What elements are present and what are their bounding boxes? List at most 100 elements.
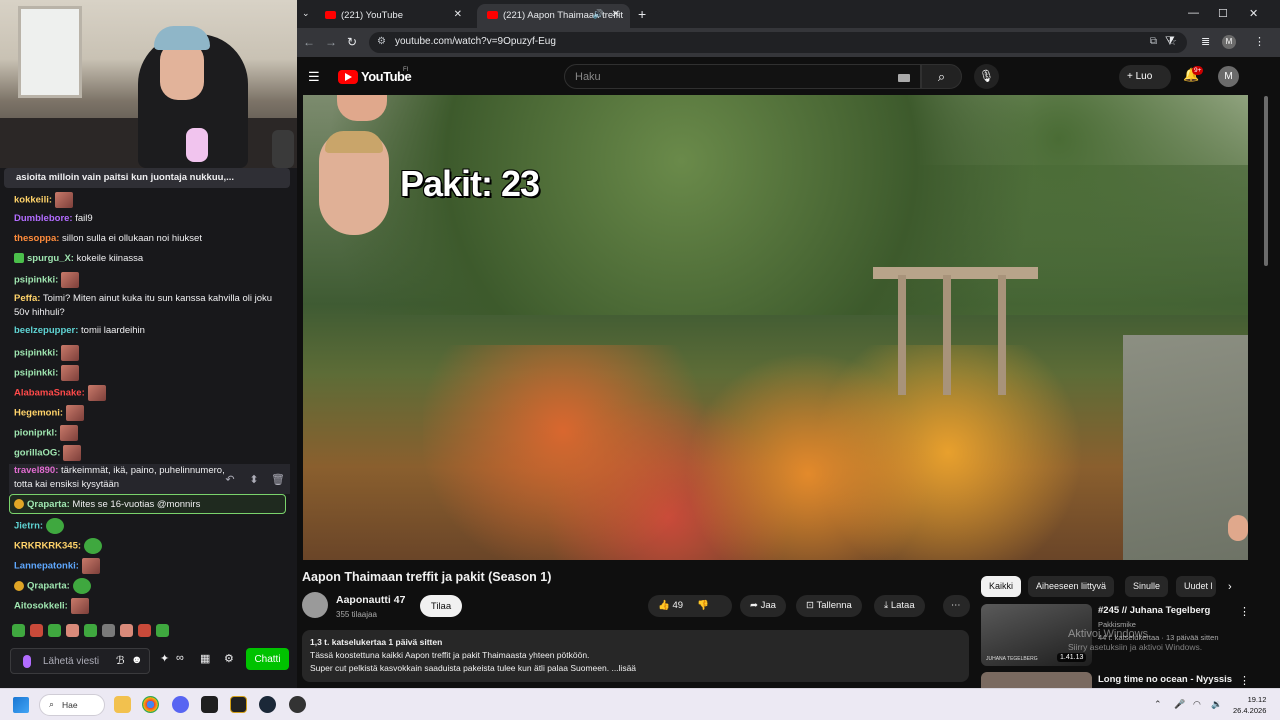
store-icon[interactable]: ▦ — [200, 652, 210, 665]
chat-username[interactable]: Qraparta: — [27, 499, 70, 510]
chat-message[interactable]: psipinkki: — [14, 365, 286, 381]
file-explorer-icon[interactable] — [114, 696, 131, 713]
chat-username[interactable]: psipinkki: — [14, 368, 58, 379]
wifi-icon[interactable]: ◠ — [1193, 699, 1201, 710]
chat-username[interactable]: pioniprkl: — [14, 428, 57, 439]
chat-message[interactable]: pioniprkl: — [14, 425, 286, 441]
chat-message[interactable]: 50v hihhuli? — [14, 306, 286, 319]
chat-username[interactable]: Qraparta: — [27, 581, 70, 592]
chat-username[interactable]: psipinkki: — [14, 275, 58, 286]
menu-icon[interactable]: ☰ — [308, 69, 320, 85]
install-icon[interactable]: ⧉ — [1150, 36, 1157, 47]
back-icon[interactable]: ← — [303, 35, 315, 49]
emote-icon[interactable] — [138, 624, 151, 637]
chat-emote-icon[interactable] — [63, 445, 82, 461]
chat-emote-icon[interactable] — [61, 365, 80, 381]
chat-emote-icon[interactable] — [70, 598, 89, 614]
chat-message[interactable]: psipinkki: — [14, 345, 286, 361]
tray-mic-icon[interactable]: 🎤 — [1174, 699, 1185, 710]
chat-username[interactable]: kokkeili: — [14, 195, 52, 206]
chat-input[interactable]: Lähetä viesti ℬ ☻ — [10, 648, 150, 674]
chat-send-button[interactable]: Chatti — [246, 648, 289, 670]
chip-related[interactable]: Aiheeseen liittyvä — [1028, 576, 1115, 597]
extensions-icon[interactable]: ⧩ — [1165, 35, 1175, 48]
chat-emote-icon[interactable] — [46, 518, 65, 534]
chat-username[interactable]: AlabamaSnake: — [14, 388, 85, 399]
voice-icon[interactable] — [23, 655, 31, 668]
chat-username[interactable]: gorillaOG: — [14, 448, 60, 459]
minimize-button[interactable]: — — [1188, 7, 1199, 19]
chat-username[interactable]: Hegemoni: — [14, 408, 63, 419]
settings-icon[interactable]: ⚙ — [224, 652, 234, 665]
capcut-icon[interactable] — [201, 696, 218, 713]
chat-message[interactable]: Hegemoni: — [14, 405, 286, 421]
close-window-button[interactable]: ✕ — [1249, 7, 1258, 20]
discord-icon[interactable] — [172, 696, 189, 713]
user-badge-icon[interactable] — [14, 581, 24, 591]
chat-username[interactable]: KRKRKRK345: — [14, 541, 81, 552]
steam-icon[interactable] — [259, 696, 276, 713]
voice-search-button[interactable]: 🎙 — [974, 64, 999, 89]
subscribe-button[interactable]: Tilaa — [420, 595, 462, 617]
youtube-logo-icon[interactable] — [338, 70, 358, 84]
more-options-icon[interactable]: ⋮ — [1239, 674, 1250, 687]
emote-bar[interactable] — [12, 624, 292, 640]
chat-username[interactable]: travel890: — [14, 465, 58, 476]
chat-username[interactable]: spurgu_X: — [27, 253, 74, 264]
user-avatar[interactable]: M — [1218, 66, 1239, 87]
create-button[interactable]: + Luo — [1119, 65, 1171, 89]
delete-icon[interactable]: 🗑 — [270, 472, 286, 488]
new-tab-button[interactable]: + — [638, 6, 646, 22]
chat-message[interactable]: spurgu_X: kokeile kiinassa — [14, 252, 286, 265]
chat-message[interactable]: Qraparta: Mites se 16-vuotias @monnirs — [14, 498, 286, 511]
channel-points-icon[interactable]: ✦ — [160, 652, 169, 665]
maximize-button[interactable]: ☐ — [1218, 7, 1228, 20]
pin-icon[interactable]: ⬍ — [246, 472, 262, 488]
chat-emote-icon[interactable] — [84, 538, 103, 554]
chat-message[interactable]: kokkeili: — [14, 192, 286, 208]
chat-message[interactable]: thesoppa: sillon sulla ei ollukaan noi h… — [14, 232, 286, 245]
browser-menu-icon[interactable]: ⋮ — [1254, 35, 1265, 48]
chat-message[interactable]: Peffa: Toimi? Miten ainut kuka itu sun k… — [14, 292, 286, 305]
obs-icon[interactable] — [289, 696, 306, 713]
more-options-icon[interactable]: ⋮ — [1239, 605, 1250, 618]
video-player[interactable]: Pakit: 23 — [303, 95, 1248, 560]
emote-icon[interactable] — [48, 624, 61, 637]
bits-icon[interactable]: ℬ — [116, 654, 125, 667]
chat-message[interactable]: psipinkki: — [14, 272, 286, 288]
emote-icon[interactable] — [120, 624, 133, 637]
tab-search-icon[interactable]: ⌄ — [302, 8, 310, 19]
chat-username[interactable]: Peffa: — [14, 293, 40, 304]
forward-icon[interactable]: → — [325, 35, 337, 49]
chat-emote-icon[interactable] — [60, 425, 79, 441]
chat-emote-icon[interactable] — [61, 272, 80, 288]
emoji-icon[interactable]: ☻ — [131, 654, 143, 666]
emote-icon[interactable] — [156, 624, 169, 637]
more-actions-button[interactable]: ⋯ — [943, 595, 970, 617]
search-button[interactable]: ⌕ — [921, 64, 962, 89]
chat-message[interactable]: Aitosokkeli: — [14, 598, 286, 614]
tray-chevron-icon[interactable]: ⌃ — [1154, 699, 1162, 710]
recommended-title[interactable]: Long time no ocean - Nyyssis — [1098, 674, 1232, 685]
close-tab-icon[interactable]: ✕ — [454, 9, 462, 20]
emote-icon[interactable] — [30, 624, 43, 637]
chat-username[interactable]: Jietrn: — [14, 521, 43, 532]
chat-emote-icon[interactable] — [61, 345, 80, 361]
user-badge-icon[interactable] — [14, 499, 24, 510]
chat-username[interactable]: psipinkki: — [14, 348, 58, 359]
chip-new[interactable]: Uudet l — [1176, 576, 1216, 597]
chip-for-you[interactable]: Sinulle — [1125, 576, 1169, 597]
video-description[interactable]: 1,3 t. katselukertaa 1 päivä sitten Täss… — [302, 630, 969, 682]
chat-message[interactable]: gorillaOG: — [14, 445, 286, 461]
chat-message[interactable]: AlabamaSnake: — [14, 385, 286, 401]
system-clock[interactable]: 19.12 26.4.2026 — [1233, 694, 1266, 716]
tab-video[interactable]: (221) Aapon Thaimaan treffit 🔊 ✕ — [477, 4, 630, 28]
emote-icon[interactable] — [66, 624, 79, 637]
chat-message[interactable]: Jietrn: — [14, 518, 286, 534]
site-info-icon[interactable]: ⚙ — [377, 36, 386, 47]
chevron-right-icon[interactable]: › — [1228, 581, 1232, 593]
page-scrollbar[interactable] — [1264, 96, 1268, 266]
like-dislike-group[interactable]: 👍 49 👎 — [648, 595, 732, 617]
media-icon[interactable]: ≣ — [1201, 35, 1210, 48]
channel-avatar[interactable] — [302, 592, 328, 618]
